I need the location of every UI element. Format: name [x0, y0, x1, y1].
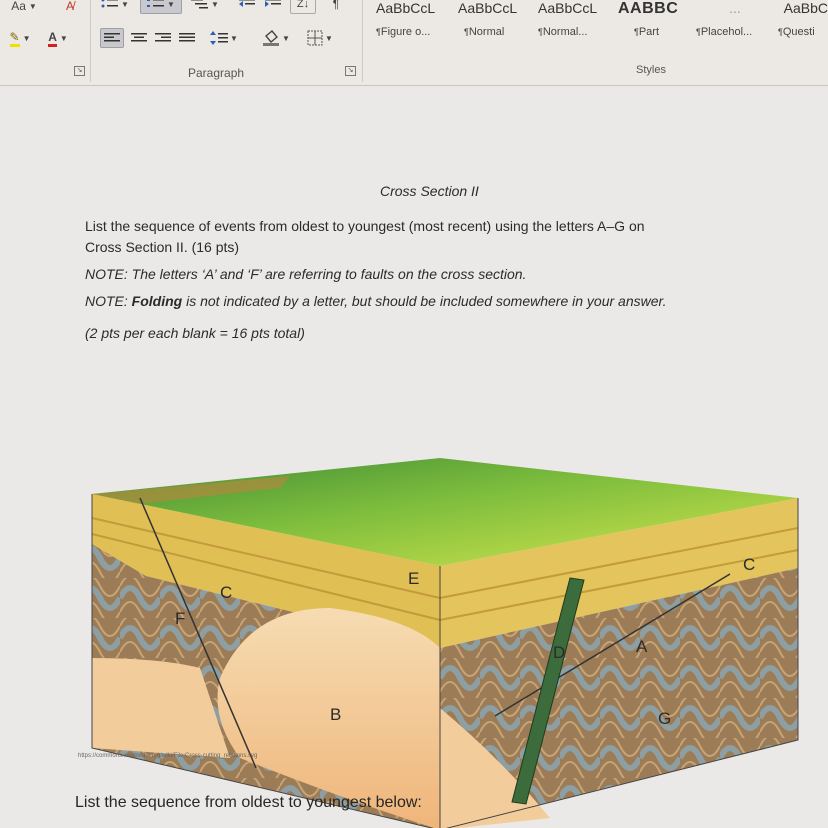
align-center-icon [131, 33, 147, 42]
styles-group-label: Styles [636, 64, 666, 76]
shading-button[interactable]: ▼ [256, 28, 296, 48]
style-name: Normal... [538, 26, 618, 38]
paragraph-group-label: Paragraph [188, 66, 245, 80]
style-name: Part [618, 26, 694, 38]
style-placeholder[interactable]: ... Placehol... [696, 0, 774, 48]
label-E: E [408, 569, 419, 588]
style-normal[interactable]: AaBbCcL Normal [458, 0, 538, 48]
chevron-down-icon: ▼ [325, 33, 333, 43]
style-normal-alt[interactable]: AaBbCcL Normal... [538, 0, 618, 48]
points-note: (2 pts per each blank = 16 pts total) [85, 325, 305, 341]
style-name: Normal [458, 26, 538, 38]
style-preview: AaBbC [783, 0, 828, 16]
numbering-button[interactable]: ▼ [140, 0, 182, 14]
word-ribbon: Aa ▼ A̸ ✎ ▼ A ▼ ↘ ▼ ▼ ▼ Z↓ ¶ ▼ ▼ ▼ Parag… [0, 0, 828, 86]
paint-bucket-icon [263, 30, 280, 46]
section-heading: Cross Section II [380, 183, 479, 199]
borders-icon [307, 30, 323, 46]
style-name: Questi [776, 26, 828, 38]
style-preview: AABBC [618, 0, 679, 17]
justify-icon [179, 33, 195, 42]
decrease-indent-button[interactable] [236, 0, 258, 14]
label-C-right: C [743, 555, 755, 574]
align-center-button[interactable] [128, 28, 150, 48]
instruction-line-1: List the sequence of events from oldest … [85, 218, 645, 234]
style-preview: AaBbCcL [376, 0, 436, 16]
label-A: A [636, 637, 648, 656]
instruction-line-2: Cross Section II. (16 pts) [85, 239, 240, 255]
change-case-button[interactable]: Aa ▼ [4, 0, 44, 16]
folding-note-suffix: is not indicated by a letter, but should… [182, 293, 667, 309]
font-color-button[interactable]: A ▼ [40, 28, 76, 48]
sort-icon: Z↓ [296, 0, 310, 10]
line-spacing-button[interactable]: ▼ [206, 28, 242, 48]
style-figure[interactable]: AaBbCcL Figure o... [376, 0, 456, 48]
label-C-left: C [220, 583, 232, 602]
chevron-down-icon: ▼ [28, 1, 37, 11]
multilevel-list-icon [191, 0, 209, 9]
align-right-button[interactable] [152, 28, 174, 48]
chevron-down-icon: ▼ [121, 0, 129, 9]
cross-section-figure: C F B E D A G C [91, 458, 799, 828]
faults-note: NOTE: The letters ‘A’ and ‘F’ are referr… [85, 266, 527, 282]
align-left-icon [104, 33, 120, 42]
answer-prompt: List the sequence from oldest to younges… [75, 794, 422, 811]
style-preview: AaBbCcL [538, 0, 598, 16]
font-color-icon: A [48, 30, 57, 47]
chevron-down-icon: ▼ [167, 0, 175, 9]
style-name: Placehol... [696, 26, 774, 38]
align-right-icon [155, 33, 171, 42]
change-case-label: Aa [11, 0, 26, 13]
clear-formatting-icon: A̸ [65, 0, 74, 13]
label-F: F [175, 609, 185, 628]
clear-formatting-button[interactable]: A̸ [58, 0, 82, 16]
label-G: G [658, 709, 671, 728]
align-left-button[interactable] [100, 28, 124, 48]
highlight-color-button[interactable]: ✎ ▼ [2, 28, 38, 48]
style-name: Figure o... [376, 26, 456, 38]
label-D: D [553, 643, 565, 662]
justify-button[interactable] [176, 28, 198, 48]
paragraph-dialog-launcher-icon[interactable]: ↘ [345, 66, 356, 76]
font-dialog-launcher-icon[interactable]: ↘ [74, 66, 85, 76]
multilevel-list-button[interactable]: ▼ [186, 0, 224, 14]
style-question[interactable]: AaBbC Questi [776, 0, 828, 48]
chevron-down-icon: ▼ [230, 33, 238, 43]
style-preview-more: ... [729, 0, 741, 16]
chevron-down-icon: ▼ [59, 33, 68, 43]
bullets-button[interactable]: ▼ [96, 0, 134, 14]
increase-indent-icon [265, 0, 281, 7]
folding-note: NOTE: Folding is not indicated by a lett… [85, 292, 667, 311]
highlighter-icon: ✎ [9, 30, 20, 47]
increase-indent-button[interactable] [262, 0, 284, 14]
style-preview: AaBbCcL [458, 0, 518, 16]
bullet-list-icon [101, 0, 119, 8]
sort-button[interactable]: Z↓ [290, 0, 316, 14]
decrease-indent-icon [239, 0, 255, 7]
folding-note-prefix: NOTE: [85, 293, 132, 309]
numbered-list-icon [147, 0, 165, 7]
figure-credit: https://commons.wikimedia.org/wiki/File:… [78, 753, 258, 759]
borders-button[interactable]: ▼ [300, 28, 340, 48]
pilcrow-icon: ¶ [332, 0, 340, 11]
line-spacing-icon [210, 31, 229, 45]
chevron-down-icon: ▼ [211, 0, 219, 9]
folding-note-bold: Folding [131, 293, 183, 309]
chevron-down-icon: ▼ [22, 33, 31, 43]
style-part[interactable]: AABBC Part [618, 0, 694, 48]
show-formatting-button[interactable]: ¶ [326, 0, 346, 14]
document-page: Cross Section II List the sequence of ev… [0, 86, 828, 828]
label-B: B [330, 705, 341, 724]
chevron-down-icon: ▼ [282, 33, 290, 43]
